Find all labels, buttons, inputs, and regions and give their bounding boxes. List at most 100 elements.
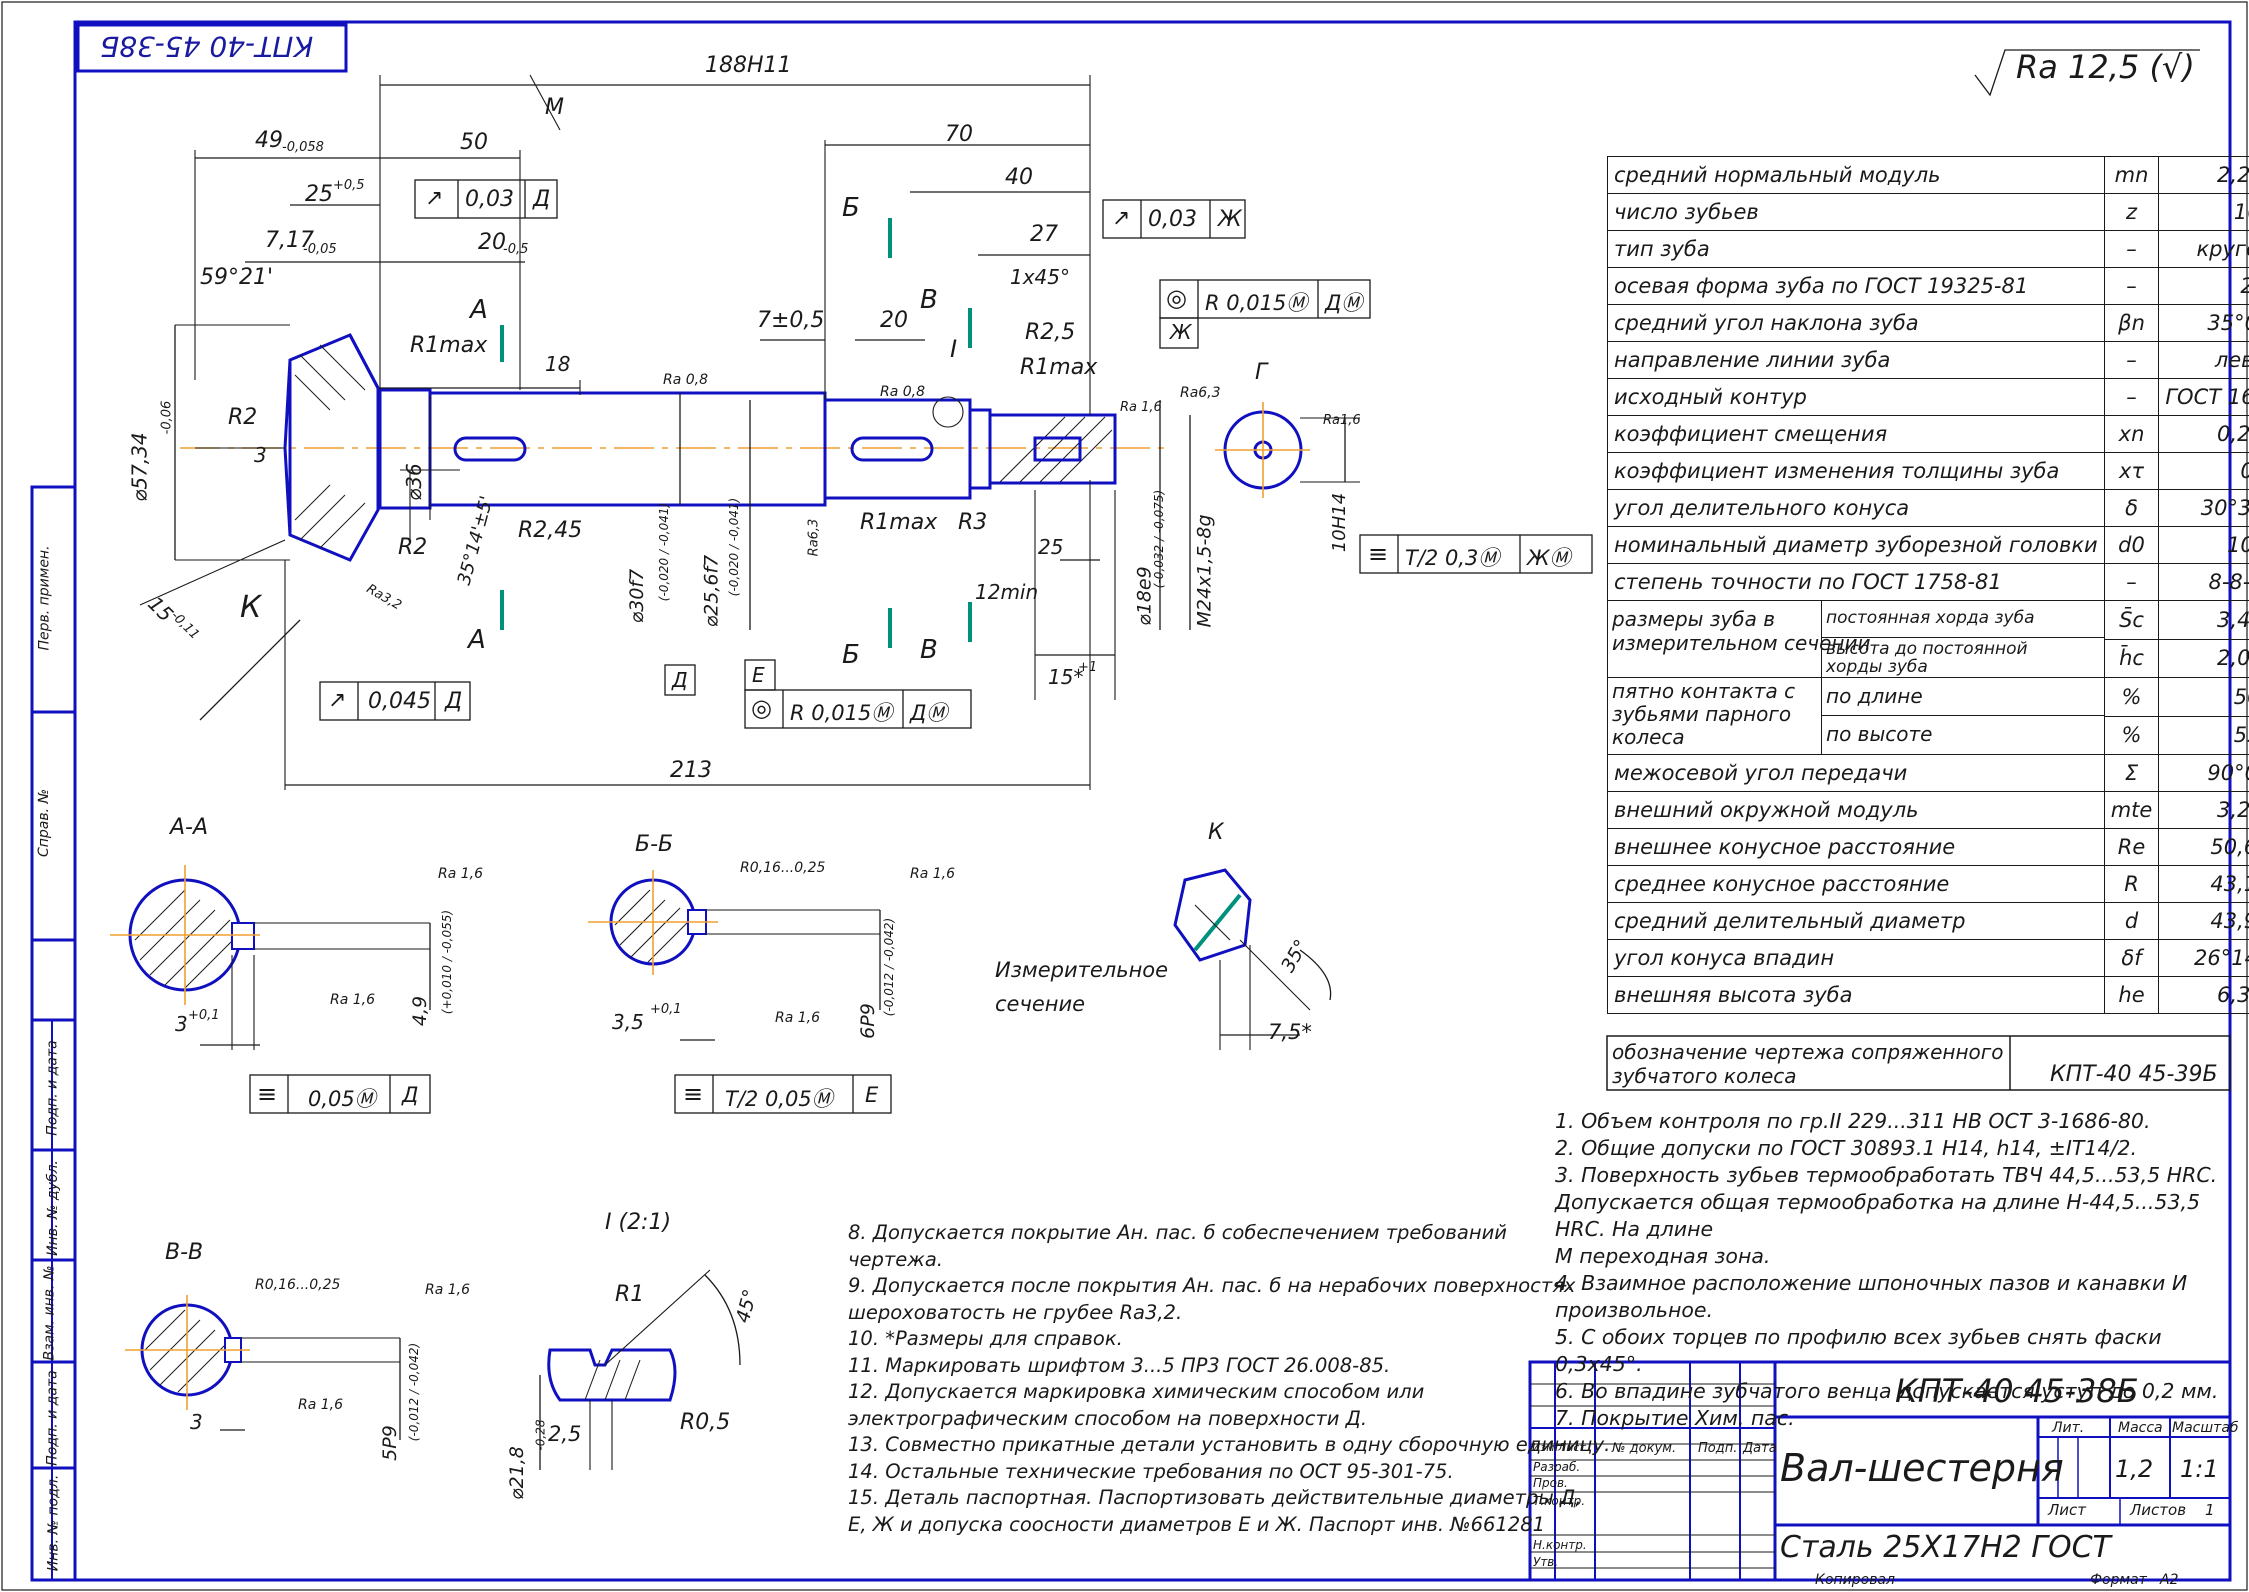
bb-rough: Ra 1,6 — [910, 866, 956, 882]
dim-70: 70 — [945, 122, 973, 147]
dim-m24: М24х1,5-8g — [1193, 514, 1216, 628]
param-row: средний делительный диаметрd43,948 — [1607, 902, 2249, 940]
frame6-ref: ЖⓂ — [1527, 546, 1571, 570]
dim-d30: ⌀30f7 — [626, 568, 649, 624]
general-roughness-label: Ra 12,5 (√) — [2016, 48, 2195, 86]
bb-rough-2: Ra 1,6 — [775, 1010, 821, 1026]
designation: КПТ-40 45-38Б — [1895, 1372, 2139, 1410]
strip-podp-data-2: Подп. и дата — [44, 1370, 61, 1466]
param-row: степень точности по ГОСТ 1758-81–8-8-8-B — [1607, 563, 2249, 601]
param-row-group: размеры зуба в измерительном сечении пос… — [1607, 600, 2249, 678]
dim-d256: ⌀25,6f7 — [700, 554, 723, 628]
param-row: число зубьевz16 — [1607, 193, 2249, 231]
dim-d36: ⌀36 — [401, 463, 426, 501]
param-row-contact: пятно контакта с зубьями парного колеса по… — [1607, 677, 2249, 755]
dim-213: 213 — [670, 758, 712, 783]
section-vv-title: В-В — [165, 1240, 204, 1265]
frame5-ref: ДⓂ — [910, 701, 948, 725]
aa-height-tol: (+0,010 / -0,055) — [440, 909, 455, 1015]
aa-rough-2: Ra 1,6 — [330, 992, 376, 1008]
param-row: внешняя высота зубаhe6,334 — [1607, 976, 2249, 1014]
frame5-val: R 0,015Ⓜ — [790, 701, 893, 725]
aa-frame-ref: Д — [402, 1083, 419, 1107]
dim-10h14: 10Н14 — [1329, 492, 1351, 553]
section-vv — [125, 1295, 401, 1440]
label-a: А — [470, 295, 488, 325]
dim-chamfer: 1х45° — [1010, 265, 1071, 289]
col-list: Лист — [1558, 1441, 1586, 1454]
vv-height: 5P9 — [378, 1425, 401, 1461]
section-k-dim: 7,5* — [1268, 1020, 1312, 1044]
dim-r1max2: R1max — [1020, 355, 1098, 380]
frame6-val: T/2 0,3Ⓜ — [1405, 546, 1500, 570]
bb-frame-val: T/2 0,05Ⓜ — [725, 1087, 833, 1111]
dim-25: 25 — [305, 182, 333, 207]
col-doc: № докум. — [1612, 1441, 1677, 1456]
detail-i-w: 2,5 — [548, 1422, 582, 1446]
rough-16g: Ra1,6 — [1323, 413, 1361, 428]
row-utv: Утв. — [1533, 1555, 1559, 1569]
param-row: средний нормальный модульmn2,250 — [1607, 156, 2249, 194]
label-b: Б — [842, 193, 860, 223]
aa-frame-sym: ≡ — [257, 1080, 278, 1108]
sheets-value: 1 — [2205, 1501, 2215, 1519]
strip-podp-data-1: Подп. и дата — [44, 1040, 61, 1136]
frame2-ref: Ж — [1218, 207, 1242, 232]
param-row: коэффициент изменения толщины зубаxτ0 — [1607, 452, 2249, 490]
mating-name-2: зубчатого колеса — [1612, 1064, 1797, 1088]
label-v2: В — [920, 635, 938, 665]
section-bb — [588, 870, 892, 1114]
dim-27: 27 — [1030, 222, 1058, 247]
strip-sprav-no: Справ. № — [36, 788, 53, 858]
section-bb-title: Б-Б — [635, 832, 674, 857]
frame4-ref: Д — [445, 689, 463, 714]
bb-width-tol: +0,1 — [650, 1002, 682, 1017]
format-value: А2 — [2160, 1572, 2179, 1588]
param-row: тип зуба–круговой — [1607, 230, 2249, 268]
mass-label: Масса — [2118, 1420, 2163, 1436]
format-label: Формат — [2090, 1572, 2147, 1588]
vv-height-tol: (-0,012 / -0,042) — [407, 1342, 422, 1442]
scale-label: Масштаб — [2172, 1420, 2239, 1436]
param-row: внешнее конусное расстояниеRe50,603 — [1607, 828, 2249, 866]
frame2-val: 0,03 — [1148, 207, 1197, 232]
detail-i-r05: R0,5 — [680, 1410, 731, 1435]
detail-i-dtol: -0,28 — [533, 1419, 548, 1451]
frame4-val: 0,045 — [368, 689, 431, 714]
frame2-sym: ↗ — [1112, 206, 1131, 231]
aa-width-tol: +0,1 — [188, 1008, 220, 1023]
section-aa-title: А-А — [170, 815, 209, 840]
param-row: межосевой угол передачиΣ90°0'0" — [1607, 754, 2249, 792]
mating-value: КПТ-40 45-39Б — [2050, 1062, 2218, 1087]
frame1-ref: Д — [533, 187, 551, 212]
bb-width: 3,5 — [612, 1010, 644, 1034]
param-name: средний нормальный модуль — [1607, 156, 2105, 194]
rough-16: Ra 1,6 — [1120, 400, 1162, 415]
dim-25-tol: +0,5 — [333, 178, 365, 193]
label-b2: Б — [842, 640, 860, 670]
dim-3: 3 — [254, 443, 267, 467]
material: Сталь 25Х17Н2 ГОСТ — [1780, 1530, 2111, 1565]
rough-63b: Ra6,3 — [806, 518, 822, 557]
rough-08b: Ra 0,8 — [880, 384, 926, 400]
param-row: исходный контур–ГОСТ 16202-81 — [1607, 378, 2249, 416]
param-row: среднее конусное расстояниеR43,103 — [1607, 865, 2249, 903]
dim-50: 50 — [460, 130, 488, 155]
label-m: М — [545, 95, 564, 120]
dim-r245: R2,45 — [518, 518, 583, 543]
label-a2: А — [468, 625, 486, 655]
dim-d30-tol: (-0,020 / -0,041) — [657, 502, 672, 602]
aa-frame-val: 0,05Ⓜ — [308, 1087, 376, 1111]
dim-40: 40 — [1005, 165, 1033, 190]
strip-perv-primen: Перв. примен. — [36, 545, 53, 651]
dim-188: 188Н11 — [705, 53, 792, 78]
vv-rough: Ra 1,6 — [425, 1282, 471, 1298]
dim-25b: 25 — [1038, 535, 1064, 559]
section-aa — [110, 865, 431, 1114]
dim-49-tol: -0,058 — [282, 140, 324, 155]
meas-label-2: сечение — [995, 992, 1086, 1016]
mass-value: 1,2 — [2115, 1455, 2154, 1483]
copied-label: Копировал — [1815, 1572, 1895, 1588]
aa-height: 4,9 — [409, 995, 432, 1027]
vv-width: 3 — [190, 1410, 203, 1434]
